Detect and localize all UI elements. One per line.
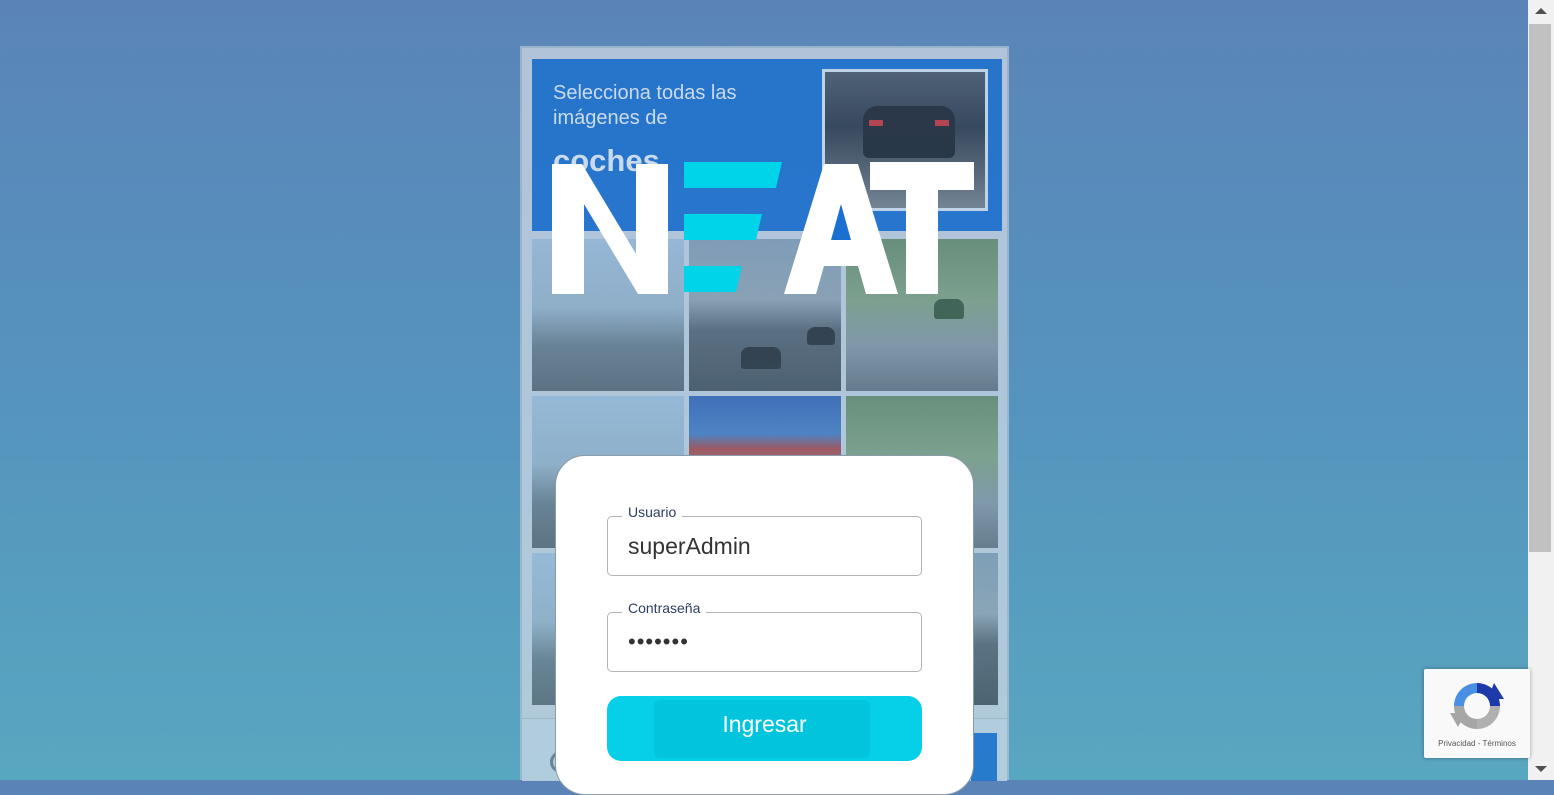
recaptcha-icon xyxy=(1450,683,1504,729)
password-input[interactable]: ••••••• xyxy=(628,629,689,655)
username-field[interactable]: Usuario superAdmin xyxy=(607,503,922,576)
link-separator: - xyxy=(1477,739,1481,748)
verify-button[interactable] xyxy=(971,733,997,781)
login-button-label: Ingresar xyxy=(722,711,807,737)
scroll-up-icon[interactable] xyxy=(1535,8,1547,14)
recaptcha-links: Privacidad - Términos xyxy=(1424,739,1530,748)
captcha-instruction: Selecciona todas las imágenes de xyxy=(553,82,737,129)
neat-logo xyxy=(552,162,974,294)
scroll-down-icon[interactable] xyxy=(1535,766,1547,772)
page-scrollbar[interactable] xyxy=(1528,0,1554,780)
password-label: Contraseña xyxy=(622,599,707,617)
login-card: Usuario superAdmin Contraseña ••••••• In… xyxy=(555,455,974,795)
recaptcha-badge[interactable]: Privacidad - Términos xyxy=(1424,669,1530,758)
username-input[interactable]: superAdmin xyxy=(628,533,751,560)
terms-link[interactable]: Términos xyxy=(1483,739,1516,748)
password-field[interactable]: Contraseña ••••••• xyxy=(607,599,922,672)
privacy-link[interactable]: Privacidad xyxy=(1438,739,1475,748)
username-label: Usuario xyxy=(622,503,683,521)
scroll-thumb[interactable] xyxy=(1529,24,1551,552)
login-button[interactable]: Ingresar xyxy=(607,696,922,761)
